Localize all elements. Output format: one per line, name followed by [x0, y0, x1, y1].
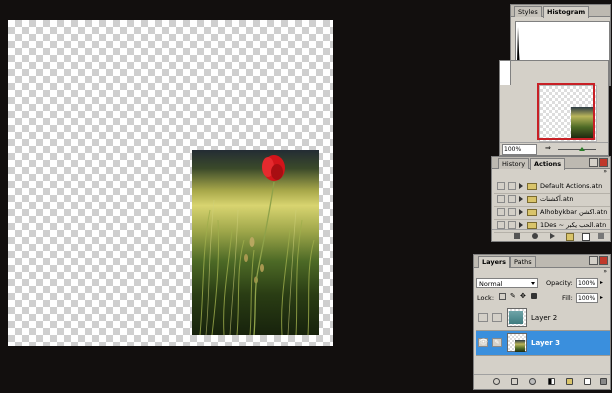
visibility-toggle-empty[interactable]: [478, 313, 488, 322]
lock-paint-icon[interactable]: ✎: [510, 292, 516, 300]
tab-layers[interactable]: Layers: [478, 256, 511, 268]
layer-row-selected[interactable]: 👁 ✎ Layer 3: [476, 331, 610, 356]
tab-histogram[interactable]: Histogram: [543, 6, 590, 18]
expand-triangle-icon[interactable]: [519, 196, 523, 202]
folder-icon: [527, 222, 537, 229]
actions-panel: History Actions » Default Actions.atn آك…: [491, 156, 611, 242]
folder-icon: [527, 209, 537, 216]
fill-field[interactable]: 100%: [576, 293, 598, 303]
minimize-icon[interactable]: [589, 256, 598, 265]
layers-tab-bar: Layers Paths: [474, 255, 610, 268]
adjustment-layer-icon[interactable]: [548, 378, 555, 385]
actions-tab-bar: History Actions: [492, 157, 610, 170]
eye-icon[interactable]: 👁: [478, 338, 488, 347]
zoom-level-field[interactable]: 100%: [502, 144, 537, 155]
layer-row[interactable]: Layer 2: [476, 306, 610, 331]
chevron-down-icon: [531, 282, 535, 285]
lock-label: Lock:: [477, 294, 495, 302]
tab-styles[interactable]: Styles: [514, 6, 542, 17]
opacity-field[interactable]: 100%: [576, 278, 598, 288]
layer-name[interactable]: Layer 3: [531, 339, 560, 347]
new-set-icon[interactable]: [566, 233, 574, 241]
fill-arrow-icon[interactable]: ▸: [600, 294, 603, 301]
layer-thumbnail-image: [509, 311, 523, 324]
actions-toolbar: [492, 229, 610, 241]
blend-mode-value: Normal: [479, 280, 503, 288]
action-set-row[interactable]: آكشنات.atn: [494, 193, 610, 207]
action-set-row[interactable]: Default Actions.atn: [494, 180, 610, 194]
zoom-slider-knob[interactable]: [579, 147, 585, 151]
lock-all-icon[interactable]: [531, 293, 537, 299]
expand-triangle-icon[interactable]: [519, 222, 523, 228]
expand-triangle-icon[interactable]: [519, 209, 523, 215]
new-layer-icon[interactable]: [584, 378, 591, 385]
zoom-out-icon[interactable]: ⇒: [545, 144, 551, 152]
action-toggle-checkbox[interactable]: [497, 208, 505, 216]
panel-window-buttons: [588, 256, 608, 265]
action-toggle-checkbox[interactable]: [497, 221, 505, 229]
action-dialog-checkbox[interactable]: [508, 208, 516, 216]
record-icon[interactable]: [532, 233, 538, 239]
panel-menu-icon[interactable]: »: [603, 168, 607, 175]
folder-icon: [527, 196, 537, 203]
zoom-slider-track[interactable]: [558, 149, 596, 150]
action-set-label: Alhobykbar اكشن.atn: [540, 208, 608, 216]
action-set-label: 1Des ~ الحب يكبر.atn: [540, 221, 607, 229]
action-set-label: آكشنات.atn: [540, 195, 574, 203]
action-dialog-checkbox[interactable]: [508, 182, 516, 190]
close-icon[interactable]: [599, 158, 608, 167]
blend-mode-select[interactable]: Normal: [476, 278, 538, 288]
navigator-panel: 100% ⇒: [499, 60, 609, 156]
link-toggle-empty[interactable]: [492, 313, 502, 322]
opacity-label: Opacity:: [546, 279, 573, 287]
lock-transparency-icon[interactable]: [499, 293, 506, 300]
layer-thumbnail-image: [515, 340, 525, 352]
panel-window-buttons: [588, 158, 608, 167]
layer-thumbnail: [507, 333, 527, 352]
stop-icon[interactable]: [514, 233, 520, 239]
layers-toolbar: [474, 374, 610, 389]
tab-history[interactable]: History: [498, 158, 530, 169]
opacity-arrow-icon[interactable]: ▸: [600, 279, 603, 286]
minimize-icon[interactable]: [589, 158, 598, 167]
poppy-illustration: [199, 155, 315, 335]
histogram-tab-bar: Styles Histogram: [511, 5, 610, 18]
action-toggle-checkbox[interactable]: [497, 195, 505, 203]
lock-position-icon[interactable]: ✥: [520, 292, 526, 300]
action-set-label: Default Actions.atn: [540, 182, 603, 190]
layer-style-icon[interactable]: [511, 378, 518, 385]
layer-mask-icon[interactable]: [529, 378, 536, 385]
action-dialog-checkbox[interactable]: [508, 221, 516, 229]
play-icon[interactable]: [550, 233, 555, 239]
action-dialog-checkbox[interactable]: [508, 195, 516, 203]
action-toggle-checkbox[interactable]: [497, 182, 505, 190]
fill-label: Fill:: [562, 294, 573, 302]
panel-menu-icon[interactable]: »: [603, 268, 607, 275]
close-icon[interactable]: [599, 256, 608, 265]
action-set-row[interactable]: Alhobykbar اكشن.atn: [494, 206, 610, 220]
layers-panel: Layers Paths » Normal Opacity: 100% ▸ Lo…: [473, 254, 611, 390]
expand-triangle-icon[interactable]: [519, 183, 523, 189]
brush-icon[interactable]: ✎: [492, 338, 502, 347]
navigator-controls: 100% ⇒: [500, 142, 608, 155]
poppy-photo-layer[interactable]: [192, 150, 319, 335]
link-layers-icon[interactable]: [493, 378, 500, 385]
navigator-view-box[interactable]: [537, 83, 595, 140]
trash-icon[interactable]: [600, 378, 607, 385]
folder-icon: [527, 183, 537, 190]
new-action-icon[interactable]: [582, 233, 590, 241]
tab-paths[interactable]: Paths: [510, 256, 536, 267]
new-group-icon[interactable]: [566, 378, 573, 385]
layer-name[interactable]: Layer 2: [531, 314, 557, 322]
tab-actions[interactable]: Actions: [530, 158, 566, 170]
layer-thumbnail: [507, 308, 527, 327]
navigator-side-strip: [500, 61, 511, 85]
trash-icon[interactable]: [598, 233, 604, 239]
